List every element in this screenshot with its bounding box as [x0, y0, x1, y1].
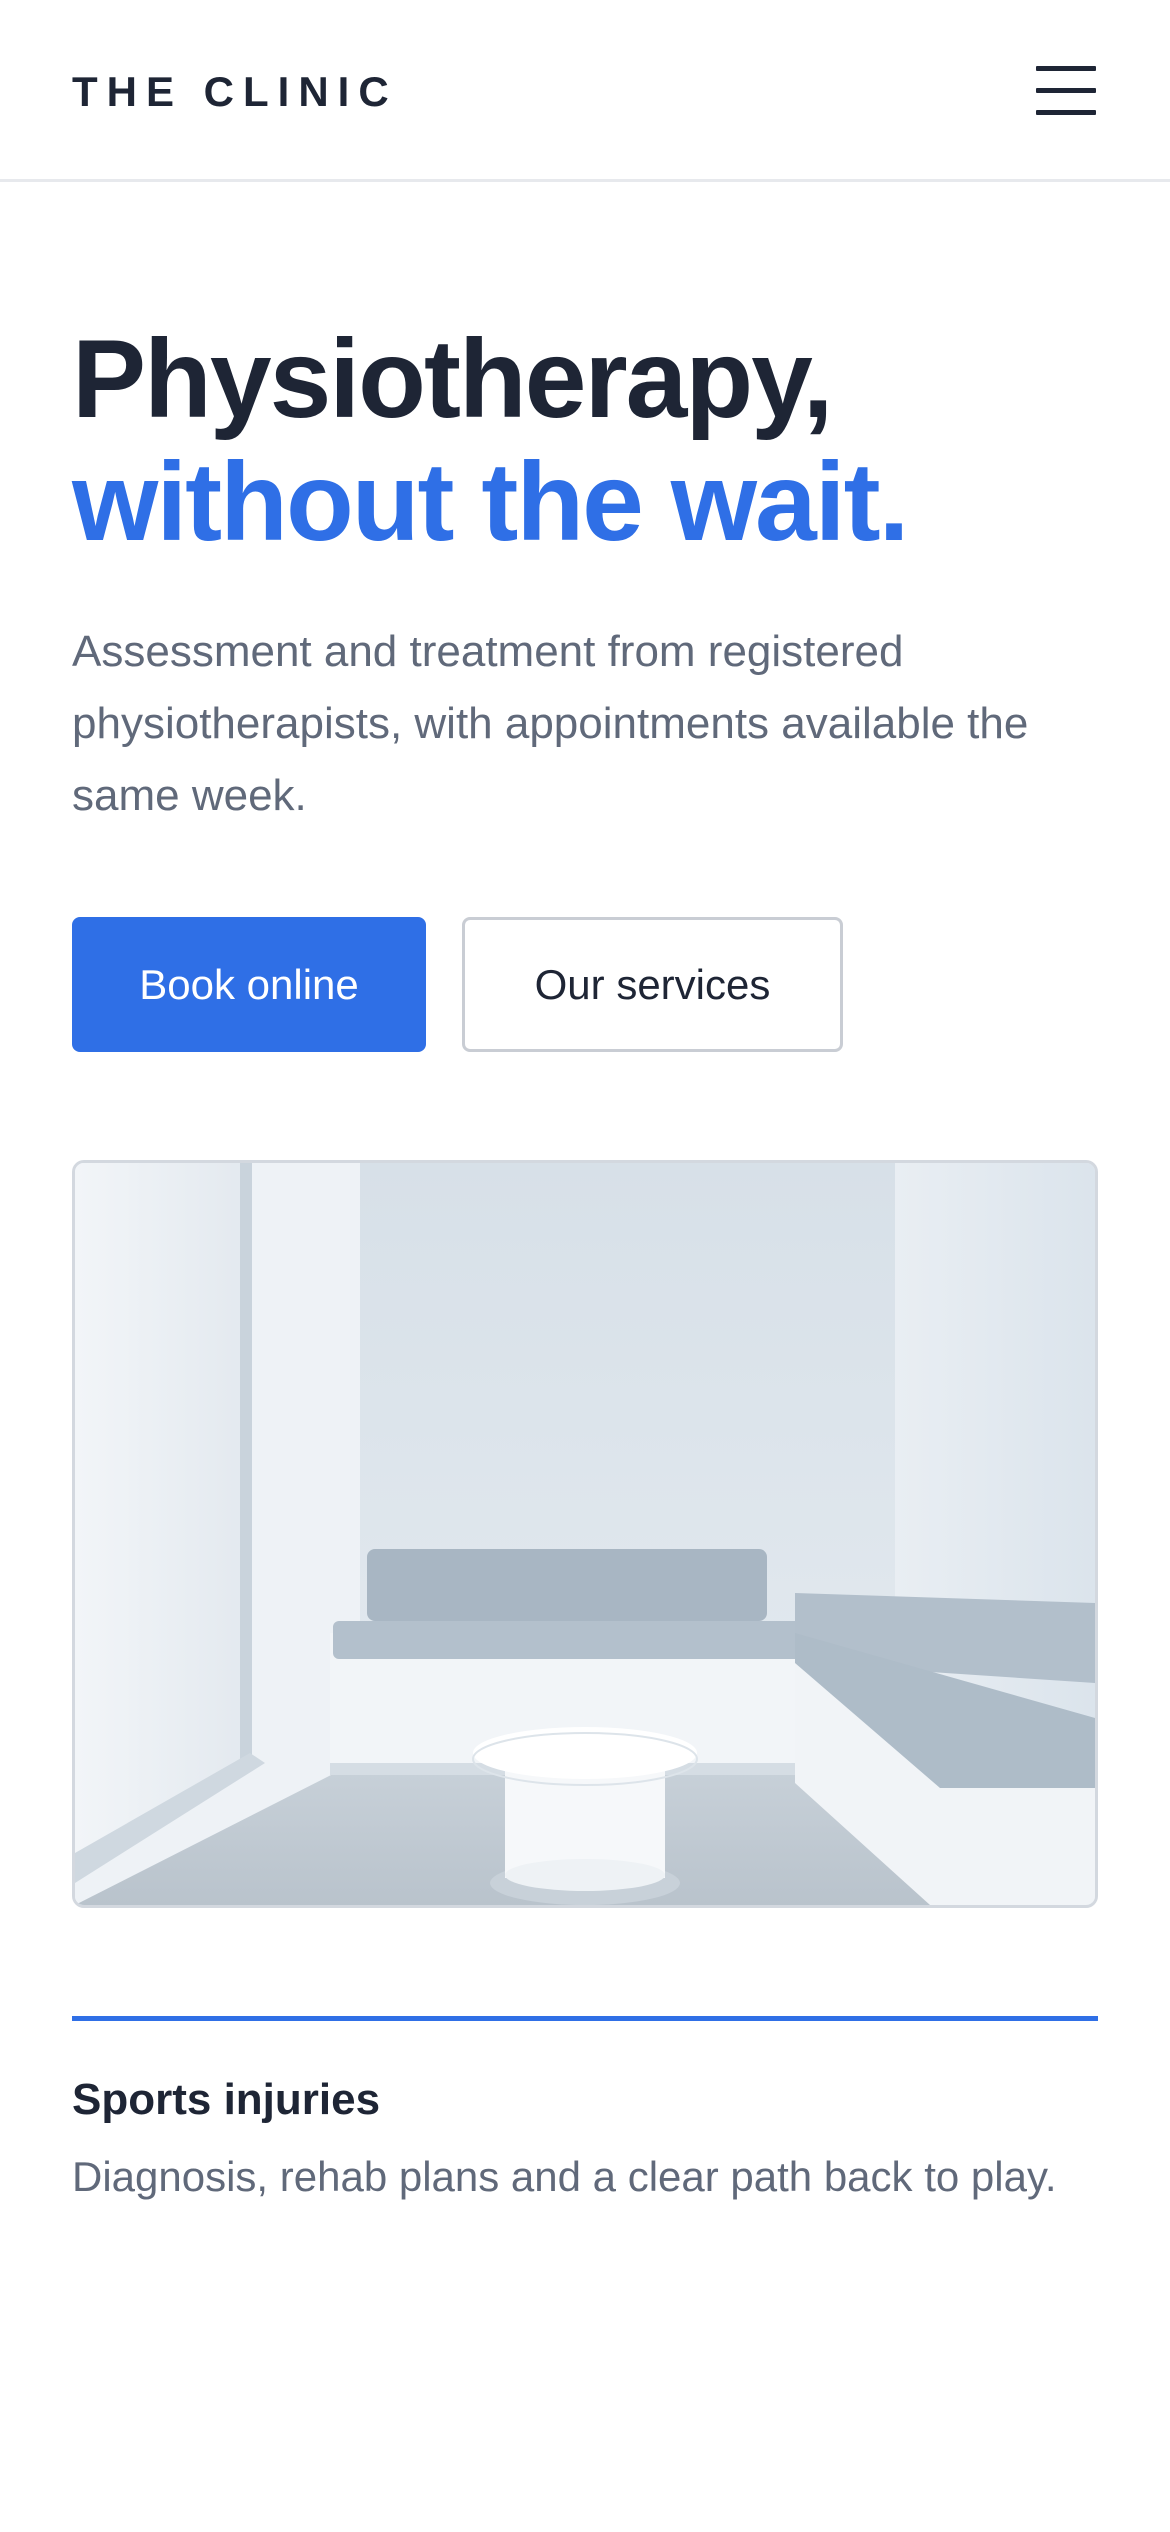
site-header: THE CLINIC — [0, 0, 1170, 182]
hamburger-menu-icon[interactable] — [1034, 64, 1098, 118]
feature-title: Sports injuries — [72, 2075, 381, 2124]
book-online-button[interactable]: Book online — [72, 917, 426, 1052]
headline-line-1: Physiotherapy, — [72, 317, 834, 441]
clinic-room-photo — [72, 1160, 1098, 1908]
hero-headline: Physiotherapy, without the wait. — [72, 317, 909, 564]
section-divider — [72, 2016, 1098, 2021]
feature-description: Diagnosis, rehab plans and a clear path … — [72, 2153, 1057, 2200]
our-services-button[interactable]: Our services — [462, 917, 843, 1052]
hero-description: Assessment and treatment from registered… — [72, 627, 1029, 820]
brand-logo[interactable]: THE CLINIC — [72, 66, 398, 118]
headline-line-2: without the wait. — [72, 440, 909, 564]
